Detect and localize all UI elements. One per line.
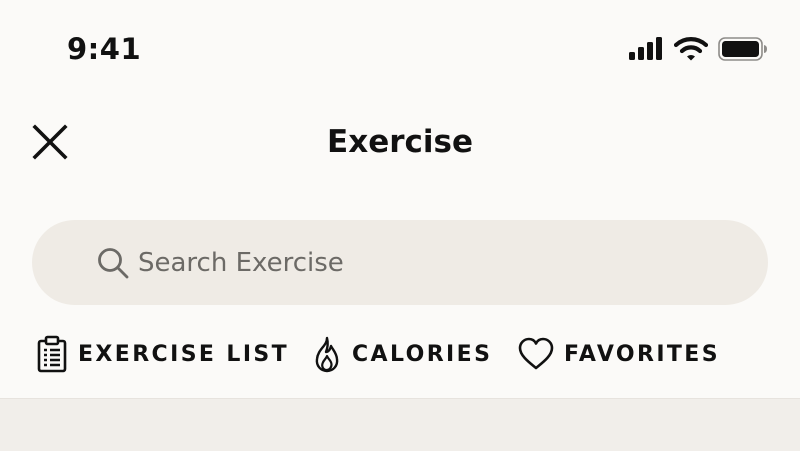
status-bar: 9:41	[0, 0, 800, 100]
nav-bar: Exercise	[0, 108, 800, 172]
search-input[interactable]	[138, 247, 698, 278]
tab-favorites[interactable]: FAVORITES	[518, 330, 720, 378]
page-title: Exercise	[327, 124, 473, 160]
status-time: 9:41	[67, 32, 142, 66]
battery-icon	[718, 37, 767, 61]
tab-exercise-list[interactable]: EXERCISE LIST	[36, 330, 289, 378]
tab-calories[interactable]: CALORIES	[312, 330, 492, 378]
flame-icon	[315, 336, 339, 373]
content-area	[0, 398, 800, 451]
tab-favorites-label: FAVORITES	[564, 341, 720, 367]
tab-bar: EXERCISE LIST CALORIES FAVORITES	[0, 330, 800, 378]
search-box[interactable]	[32, 220, 768, 305]
status-icons	[628, 36, 768, 62]
wifi-icon	[674, 37, 708, 61]
tab-exercise-list-label: EXERCISE LIST	[78, 341, 290, 367]
heart-icon	[518, 337, 554, 370]
signal-icon	[629, 37, 662, 60]
search-icon	[98, 247, 129, 278]
clipboard-icon	[37, 335, 67, 373]
tab-calories-label: CALORIES	[352, 341, 493, 367]
